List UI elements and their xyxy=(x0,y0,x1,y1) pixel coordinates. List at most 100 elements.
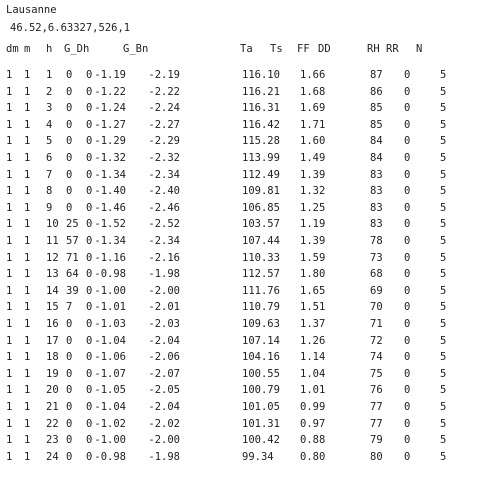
table-cell: 83 xyxy=(370,218,383,231)
table-cell: 0 xyxy=(66,334,73,347)
table-cell: 69 xyxy=(370,284,383,297)
table-cell: 110.33 xyxy=(242,251,280,264)
table-cell: 5 xyxy=(440,69,447,81)
table-cell: 0 xyxy=(86,318,93,330)
table-cell: 101.31 xyxy=(242,417,280,430)
table-cell: 0 xyxy=(66,118,73,131)
table-cell: 1 xyxy=(24,135,31,148)
table-cell: 87 xyxy=(370,69,383,81)
table-cell: 0 xyxy=(86,450,93,463)
table-cell: 0 xyxy=(86,367,93,380)
table-cell: 0.80 xyxy=(300,450,326,463)
table-cell: 1 xyxy=(6,85,13,98)
column-header: G_Dh xyxy=(64,43,90,55)
table-cell: 100.55 xyxy=(242,367,280,380)
table-cell: 0 xyxy=(86,102,93,115)
table-cell: 1.71 xyxy=(300,118,326,131)
table-row: 1 1 8 0 0 -1.40 -2.40 109.81 1.32 83 0 5 xyxy=(0,183,500,199)
table-cell: 0 xyxy=(404,351,411,364)
table-cell: 25 xyxy=(66,218,79,231)
table-cell: 1.32 xyxy=(300,185,326,198)
table-cell: 1 xyxy=(24,85,31,98)
table-cell: 5 xyxy=(440,135,447,148)
table-cell: 77 xyxy=(370,417,383,430)
table-cell: 5 xyxy=(440,334,447,347)
table-cell: 7 xyxy=(66,301,73,314)
table-cell: 10 xyxy=(46,218,59,231)
table-cell: 71 xyxy=(66,251,79,264)
table-cell: 73 xyxy=(370,251,383,264)
table-cell: 1 xyxy=(24,251,31,264)
table-cell: -2.19 xyxy=(148,69,180,81)
table-cell: 1.60 xyxy=(300,135,326,148)
table-cell: -1.34 xyxy=(94,168,126,181)
table-cell: 5 xyxy=(440,218,447,231)
table-cell: 0 xyxy=(86,401,93,413)
table-cell: 0 xyxy=(66,168,73,181)
table-cell: 1 xyxy=(6,118,13,131)
table-cell: 6 xyxy=(46,152,53,164)
table-cell: 0 xyxy=(86,284,93,297)
table-cell: 5 xyxy=(440,450,447,463)
table-cell: 0 xyxy=(66,434,73,447)
table-cell: 0 xyxy=(404,367,411,380)
table-cell: 74 xyxy=(370,351,383,364)
table-cell: 1 xyxy=(6,135,13,148)
table-cell: 0 xyxy=(66,318,73,330)
table-cell: -1.32 xyxy=(94,152,126,164)
table-cell: 0 xyxy=(86,301,93,314)
table-cell: -2.06 xyxy=(148,351,180,364)
table-cell: 0 xyxy=(86,351,93,364)
table-cell: 1.51 xyxy=(300,301,326,314)
table-cell: -2.52 xyxy=(148,218,180,231)
table-cell: -1.22 xyxy=(94,85,126,98)
table-cell: 0 xyxy=(404,434,411,447)
table-row: 1 1 2 0 0 -1.22 -2.22 116.21 1.68 86 0 5 xyxy=(0,84,500,100)
table-cell: 1.69 xyxy=(300,102,326,115)
table-cell: 0 xyxy=(86,168,93,181)
table-cell: 5 xyxy=(46,135,53,148)
table-cell: 5 xyxy=(440,235,447,247)
table-cell: -2.34 xyxy=(148,235,180,247)
table-cell: 86 xyxy=(370,85,383,98)
table-cell: -2.46 xyxy=(148,201,180,214)
table-cell: 0 xyxy=(86,201,93,214)
table-cell: 14 xyxy=(46,284,59,297)
table-row: 1 1 9 0 0 -1.46 -2.46 106.85 1.25 83 0 5 xyxy=(0,200,500,216)
table-cell: 20 xyxy=(46,384,59,397)
table-cell: 106.85 xyxy=(242,201,280,214)
table-cell: -2.29 xyxy=(148,135,180,148)
table-cell: 1.14 xyxy=(300,351,326,364)
table-cell: 5 xyxy=(440,301,447,314)
table-cell: 2 xyxy=(46,85,53,98)
table-cell: 5 xyxy=(440,417,447,430)
table-cell: 1 xyxy=(6,318,13,330)
table-cell: 99.34 xyxy=(242,450,274,463)
table-cell: -2.40 xyxy=(148,185,180,198)
table-cell: 0 xyxy=(404,450,411,463)
table-cell: 0 xyxy=(66,135,73,148)
table-cell: -2.04 xyxy=(148,401,180,413)
table-cell: 85 xyxy=(370,118,383,131)
table-cell: 0 xyxy=(86,251,93,264)
table-cell: 0 xyxy=(86,85,93,98)
table-cell: 0 xyxy=(66,351,73,364)
table-cell: 0 xyxy=(86,152,93,164)
table-cell: 0 xyxy=(66,185,73,198)
table-cell: 5 xyxy=(440,367,447,380)
table-cell: 80 xyxy=(370,450,383,463)
table-cell: 0 xyxy=(404,201,411,214)
table-cell: -2.07 xyxy=(148,367,180,380)
table-cell: 1 xyxy=(6,168,13,181)
table-cell: -1.98 xyxy=(148,268,180,281)
table-cell: 5 xyxy=(440,168,447,181)
table-cell: 1.68 xyxy=(300,85,326,98)
table-row: 1 1 6 0 0 -1.32 -2.32 113.99 1.49 84 0 5 xyxy=(0,150,500,166)
table-cell: 1 xyxy=(6,185,13,198)
table-cell: -1.00 xyxy=(94,284,126,297)
table-cell: 5 xyxy=(440,318,447,330)
table-cell: -2.32 xyxy=(148,152,180,164)
table-cell: 1.01 xyxy=(300,384,326,397)
table-cell: 57 xyxy=(66,235,79,247)
table-row: 1 1 7 0 0 -1.34 -2.34 112.49 1.39 83 0 5 xyxy=(0,167,500,183)
